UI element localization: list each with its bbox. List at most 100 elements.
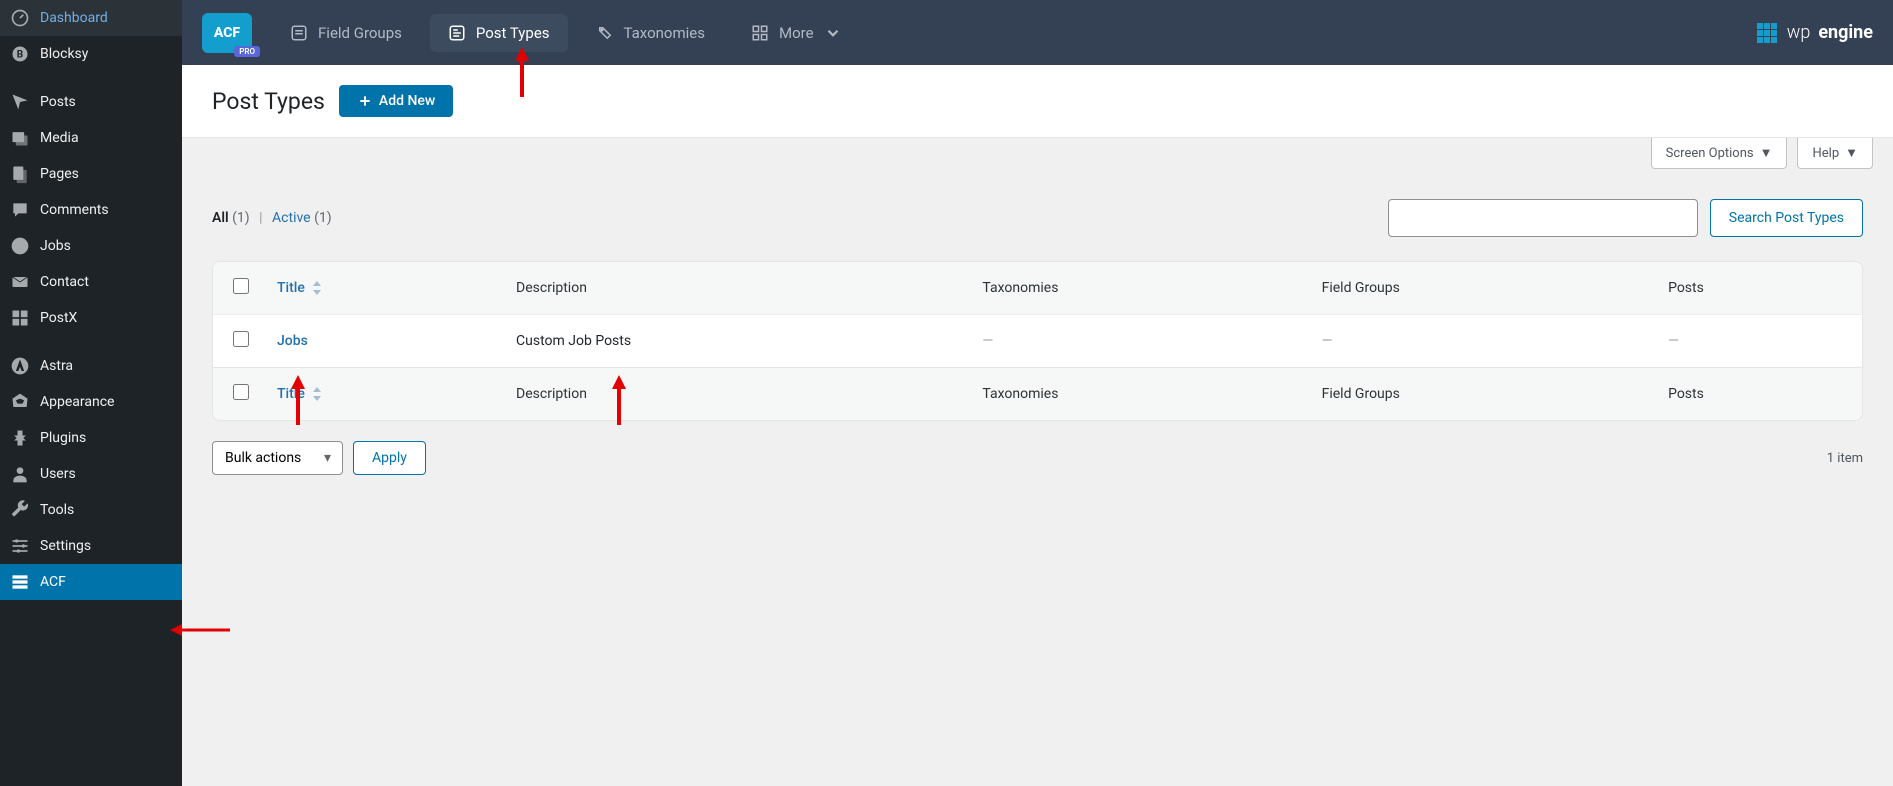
sidebar-item-postx[interactable]: PostX bbox=[0, 300, 182, 336]
caret-down-icon: ▼ bbox=[1845, 145, 1858, 161]
sidebar-item-users[interactable]: Users bbox=[0, 456, 182, 492]
sidebar-item-label: Astra bbox=[40, 358, 73, 374]
row-description: Custom Job Posts bbox=[502, 315, 968, 368]
search-input[interactable] bbox=[1388, 199, 1698, 237]
sidebar-item-contact[interactable]: Contact bbox=[0, 264, 182, 300]
wpengine-logo[interactable]: wpengine bbox=[1755, 21, 1873, 45]
sidebar-item-jobs[interactable]: Jobs bbox=[0, 228, 182, 264]
topnav-more[interactable]: More bbox=[733, 14, 860, 52]
table-footer-row: Title Description Taxonomies Field Group… bbox=[213, 368, 1862, 421]
sidebar-item-label: Posts bbox=[40, 94, 76, 110]
post-types-icon bbox=[448, 24, 466, 42]
search-group: Search Post Types bbox=[1388, 199, 1863, 237]
sidebar-item-label: Blocksy bbox=[40, 46, 88, 62]
sidebar-item-label: Tools bbox=[40, 502, 74, 518]
bulk-actions-row: Bulk actions Apply 1 item bbox=[182, 421, 1893, 495]
search-button[interactable]: Search Post Types bbox=[1710, 199, 1863, 237]
col-title[interactable]: Title bbox=[263, 262, 502, 315]
help-label: Help bbox=[1812, 146, 1839, 161]
sidebar-item-blocksy[interactable]: B Blocksy bbox=[0, 36, 182, 72]
row-checkbox[interactable] bbox=[233, 331, 249, 347]
add-new-button[interactable]: Add New bbox=[339, 85, 453, 117]
field-groups-icon bbox=[290, 24, 308, 42]
sidebar-item-dashboard[interactable]: Dashboard bbox=[0, 0, 182, 36]
sort-icon bbox=[312, 281, 322, 295]
sidebar-item-label: Contact bbox=[40, 274, 89, 290]
acf-logo-text: ACF bbox=[214, 25, 240, 41]
sidebar-item-pages[interactable]: Pages bbox=[0, 156, 182, 192]
page-title: Post Types bbox=[212, 88, 325, 115]
more-icon bbox=[751, 24, 769, 42]
topnav-post-types[interactable]: Post Types bbox=[430, 14, 568, 52]
col-title-footer[interactable]: Title bbox=[263, 368, 502, 421]
media-icon bbox=[10, 128, 30, 148]
sidebar-item-media[interactable]: Media bbox=[0, 120, 182, 156]
sidebar-item-plugins[interactable]: Plugins bbox=[0, 420, 182, 456]
sidebar-item-comments[interactable]: Comments bbox=[0, 192, 182, 228]
bulk-actions-select[interactable]: Bulk actions bbox=[212, 441, 343, 475]
page-header: Post Types Add New bbox=[182, 65, 1893, 138]
sidebar-item-label: Settings bbox=[40, 538, 91, 554]
add-new-label: Add New bbox=[379, 93, 435, 109]
topnav-field-groups[interactable]: Field Groups bbox=[272, 14, 420, 52]
col-taxonomies: Taxonomies bbox=[968, 262, 1307, 315]
screen-options-row: Screen Options ▼ Help ▼ bbox=[182, 138, 1893, 169]
row-posts: — bbox=[1654, 315, 1862, 368]
select-all-checkbox[interactable] bbox=[233, 278, 249, 294]
filter-all[interactable]: All bbox=[212, 210, 229, 226]
sidebar-item-label: Jobs bbox=[40, 238, 71, 254]
plugins-icon bbox=[10, 428, 30, 448]
topnav-label: Taxonomies bbox=[624, 24, 705, 42]
row-taxonomies: — bbox=[968, 315, 1307, 368]
blocksy-icon: B bbox=[10, 44, 30, 64]
screen-options-label: Screen Options bbox=[1666, 146, 1754, 161]
topnav-taxonomies[interactable]: Taxonomies bbox=[578, 14, 723, 52]
filters-row: All (1) | Active (1) Search Post Types bbox=[182, 169, 1893, 249]
sort-icon bbox=[312, 387, 322, 401]
postx-icon bbox=[10, 308, 30, 328]
tools-icon bbox=[10, 500, 30, 520]
col-field-groups: Field Groups bbox=[1308, 262, 1654, 315]
plus-icon bbox=[357, 93, 373, 109]
svg-text:B: B bbox=[17, 49, 23, 60]
contact-icon bbox=[10, 272, 30, 292]
help-tab[interactable]: Help ▼ bbox=[1797, 138, 1873, 169]
topnav-label: Field Groups bbox=[318, 24, 402, 42]
filter-all-count: (1) bbox=[232, 210, 250, 226]
wpengine-text: engine bbox=[1818, 22, 1873, 43]
acf-pro-badge: PRO bbox=[234, 46, 260, 57]
sidebar-item-label: Comments bbox=[40, 202, 109, 218]
sidebar-item-settings[interactable]: Settings bbox=[0, 528, 182, 564]
chevron-down-icon bbox=[824, 24, 842, 42]
status-filters: All (1) | Active (1) bbox=[212, 210, 332, 226]
sidebar-item-astra[interactable]: Astra bbox=[0, 348, 182, 384]
sidebar-item-tools[interactable]: Tools bbox=[0, 492, 182, 528]
apply-button[interactable]: Apply bbox=[353, 441, 426, 475]
sidebar-item-label: Pages bbox=[40, 166, 79, 182]
sidebar-item-label: ACF bbox=[40, 574, 66, 590]
jobs-icon bbox=[10, 236, 30, 256]
table-row: Jobs Custom Job Posts — — — bbox=[213, 315, 1862, 368]
top-nav: ACF PRO Field Groups Post Types Taxonomi… bbox=[182, 0, 1893, 65]
col-description: Description bbox=[502, 262, 968, 315]
filter-active[interactable]: Active bbox=[272, 210, 311, 226]
astra-icon bbox=[10, 356, 30, 376]
dashboard-icon bbox=[10, 8, 30, 28]
wpengine-icon bbox=[1755, 21, 1779, 45]
sidebar-item-label: Media bbox=[40, 130, 79, 146]
sidebar-item-appearance[interactable]: Appearance bbox=[0, 384, 182, 420]
settings-icon bbox=[10, 536, 30, 556]
sidebar-item-label: Appearance bbox=[40, 394, 114, 410]
posts-icon bbox=[10, 92, 30, 112]
screen-options-tab[interactable]: Screen Options ▼ bbox=[1651, 138, 1788, 169]
sidebar-item-posts[interactable]: Posts bbox=[0, 84, 182, 120]
post-types-table: Title Description Taxonomies Field Group… bbox=[212, 261, 1863, 421]
main-content: ACF PRO Field Groups Post Types Taxonomi… bbox=[182, 0, 1893, 786]
row-title-link[interactable]: Jobs bbox=[277, 333, 308, 349]
annotation-arrow bbox=[170, 620, 230, 640]
sidebar-item-label: Plugins bbox=[40, 430, 86, 446]
acf-logo[interactable]: ACF PRO bbox=[202, 13, 252, 53]
sidebar-item-acf[interactable]: ACF bbox=[0, 564, 182, 600]
select-all-checkbox-footer[interactable] bbox=[233, 384, 249, 400]
users-icon bbox=[10, 464, 30, 484]
